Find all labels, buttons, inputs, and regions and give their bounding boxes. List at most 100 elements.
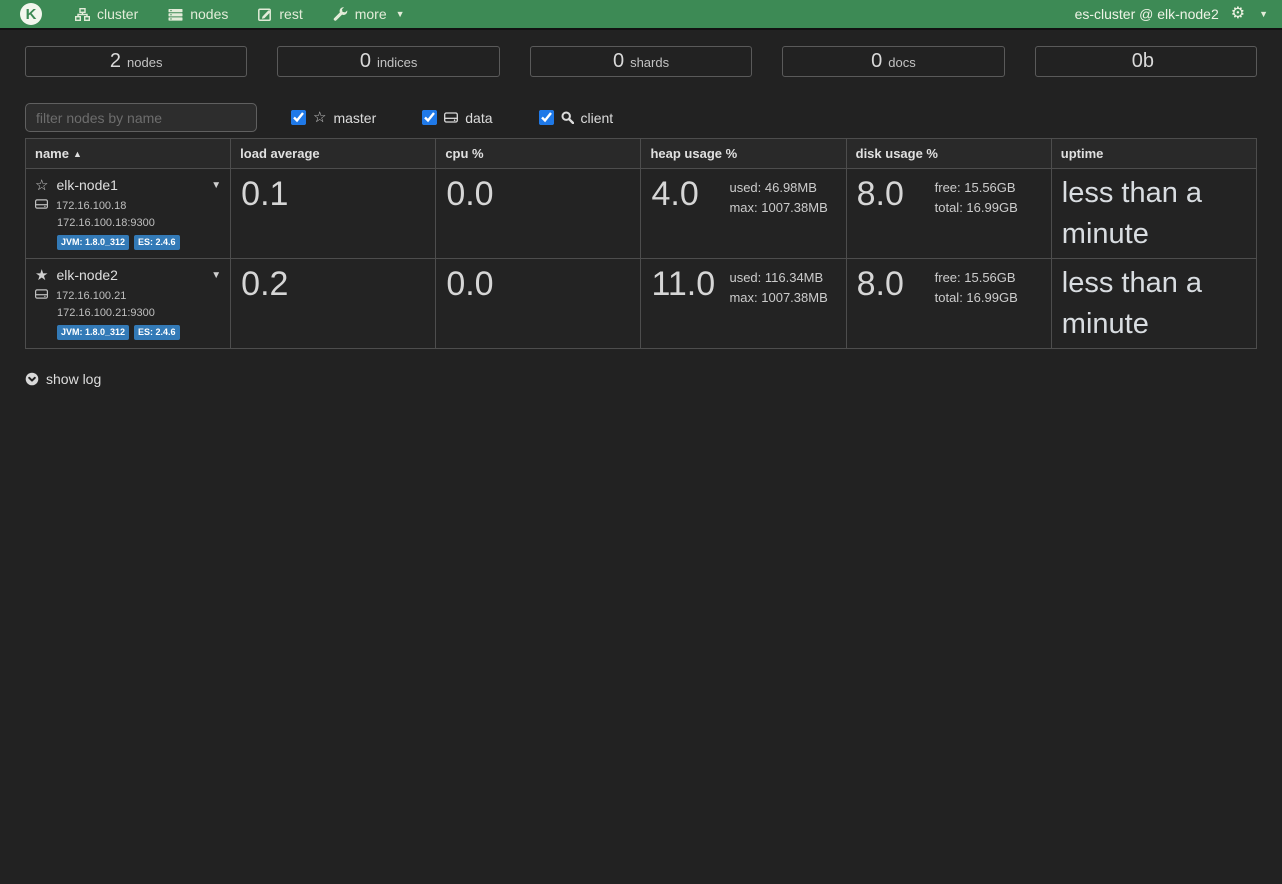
jvm-version-badge: JVM: 1.8.0_312	[57, 235, 129, 250]
checkbox-label: master	[333, 110, 376, 126]
table-row-elk-node1: ☆ elk-node1 ▼ 172.16.100.18 172.16.100.1…	[26, 169, 1257, 259]
sitemap-icon	[75, 8, 90, 21]
stat-value: 0	[613, 50, 624, 73]
filter-client-checkbox[interactable]: client	[539, 110, 614, 126]
nav-item-label: rest	[279, 6, 302, 22]
client-checkbox-input[interactable]	[539, 110, 554, 125]
node-name-cell: ☆ elk-node1 ▼ 172.16.100.18 172.16.100.1…	[26, 169, 231, 259]
stat-value: 0	[360, 50, 371, 73]
nav-item-nodes[interactable]: nodes	[153, 0, 243, 28]
sort-asc-icon: ▲	[73, 149, 82, 159]
node-transport-address: 172.16.100.18:9300	[57, 217, 221, 229]
node-ip: 172.16.100.21	[56, 290, 126, 302]
cpu-value: 0.0	[446, 265, 630, 304]
disk-total: total: 16.99GB	[935, 288, 1018, 308]
stat-label: indices	[377, 55, 417, 70]
jvm-version-badge: JVM: 1.8.0_312	[57, 325, 129, 340]
column-header-uptime[interactable]: uptime	[1051, 139, 1256, 169]
column-header-load-average[interactable]: load average	[231, 139, 436, 169]
node-menu-chevron-down-icon[interactable]: ▼	[211, 270, 221, 281]
navbar: K cluster nodes rest more ▼	[0, 0, 1282, 30]
column-header-disk-usage[interactable]: disk usage %	[846, 139, 1051, 169]
heap-usage-value: 11.0	[651, 265, 729, 308]
uptime-cell: less than a minute	[1051, 259, 1256, 349]
heap-used: used: 46.98MB	[729, 178, 827, 198]
stat-value: 0	[871, 50, 882, 73]
load-average-value: 0.1	[241, 175, 425, 214]
settings-chevron-down-icon[interactable]: ▼	[1259, 10, 1268, 19]
disk-free: free: 15.56GB	[935, 178, 1018, 198]
heap-usage-value: 4.0	[651, 175, 729, 218]
show-log-label: show log	[46, 371, 101, 387]
hdd-icon	[35, 199, 48, 212]
heap-usage-cell: 11.0 used: 116.34MB max: 1007.38MB	[641, 259, 846, 349]
uptime-cell: less than a minute	[1051, 169, 1256, 259]
gear-icon[interactable]: ⚙	[1231, 6, 1245, 22]
stat-value: 0b	[1132, 50, 1154, 73]
filter-row: ☆ master data client	[25, 103, 1257, 132]
data-checkbox-input[interactable]	[422, 110, 437, 125]
wrench-icon	[333, 7, 348, 21]
nav-item-rest[interactable]: rest	[243, 0, 317, 28]
nodes-table: name▲ load average cpu % heap usage % di…	[25, 138, 1257, 349]
stat-docs: 0 docs	[782, 46, 1004, 77]
stat-nodes: 2 nodes	[25, 46, 247, 77]
table-header-row: name▲ load average cpu % heap usage % di…	[26, 139, 1257, 169]
filter-data-checkbox[interactable]: data	[422, 110, 492, 126]
cluster-stats-row: 2 nodes 0 indices 0 shards 0 docs 0b	[25, 46, 1257, 77]
stat-label: nodes	[127, 55, 162, 70]
stat-value: 2	[110, 50, 121, 73]
filter-master-checkbox[interactable]: ☆ master	[291, 110, 376, 126]
node-name-cell: ★ elk-node2 ▼ 172.16.100.21 172.16.100.2…	[26, 259, 231, 349]
heap-max: max: 1007.38MB	[729, 288, 827, 308]
node-name: elk-node2	[56, 267, 118, 283]
stat-shards: 0 shards	[530, 46, 752, 77]
table-row-elk-node2: ★ elk-node2 ▼ 172.16.100.21 172.16.100.2…	[26, 259, 1257, 349]
column-header-heap-usage[interactable]: heap usage %	[641, 139, 846, 169]
server-icon	[168, 8, 183, 21]
master-checkbox-input[interactable]	[291, 110, 306, 125]
node-name: elk-node1	[56, 177, 118, 193]
checkbox-label: data	[465, 110, 492, 126]
nav-item-cluster[interactable]: cluster	[60, 0, 153, 28]
column-header-cpu[interactable]: cpu %	[436, 139, 641, 169]
kopf-logo[interactable]: K	[20, 3, 42, 25]
disk-usage-value: 8.0	[857, 265, 935, 308]
load-average-value: 0.2	[241, 265, 425, 304]
circle-chevron-down-icon	[25, 372, 39, 386]
search-icon	[561, 111, 574, 124]
stat-label: docs	[888, 55, 915, 70]
show-log-toggle[interactable]: show log	[25, 371, 101, 387]
es-version-badge: ES: 2.4.6	[134, 235, 180, 250]
hdd-icon	[444, 112, 458, 123]
nav-item-label: more	[355, 6, 387, 22]
nav-item-label: nodes	[190, 6, 228, 22]
cpu-value: 0.0	[446, 175, 630, 214]
heap-max: max: 1007.38MB	[729, 198, 827, 218]
node-transport-address: 172.16.100.21:9300	[57, 307, 221, 319]
load-average-cell: 0.1	[231, 169, 436, 259]
stat-indices: 0 indices	[277, 46, 499, 77]
disk-usage-cell: 8.0 free: 15.56GB total: 16.99GB	[846, 259, 1051, 349]
checkbox-label: client	[581, 110, 614, 126]
disk-free: free: 15.56GB	[935, 268, 1018, 288]
disk-total: total: 16.99GB	[935, 198, 1018, 218]
cluster-connection-label: es-cluster @ elk-node2	[1075, 6, 1219, 22]
nav-item-label: cluster	[97, 6, 138, 22]
stat-size: 0b	[1035, 46, 1257, 77]
node-menu-chevron-down-icon[interactable]: ▼	[211, 180, 221, 191]
heap-used: used: 116.34MB	[729, 268, 827, 288]
nav-item-more[interactable]: more ▼	[318, 0, 420, 28]
column-header-name[interactable]: name▲	[26, 139, 231, 169]
disk-usage-value: 8.0	[857, 175, 935, 218]
pencil-square-icon	[258, 8, 272, 21]
filter-nodes-input[interactable]	[25, 103, 257, 132]
stat-label: shards	[630, 55, 669, 70]
star-filled-icon: ★	[35, 268, 48, 283]
star-outline-icon: ☆	[313, 110, 326, 125]
kopf-app: K cluster nodes rest more ▼	[0, 0, 1282, 884]
hdd-icon	[35, 289, 48, 302]
chevron-down-icon: ▼	[396, 10, 405, 19]
node-ip: 172.16.100.18	[56, 200, 126, 212]
cpu-cell: 0.0	[436, 169, 641, 259]
